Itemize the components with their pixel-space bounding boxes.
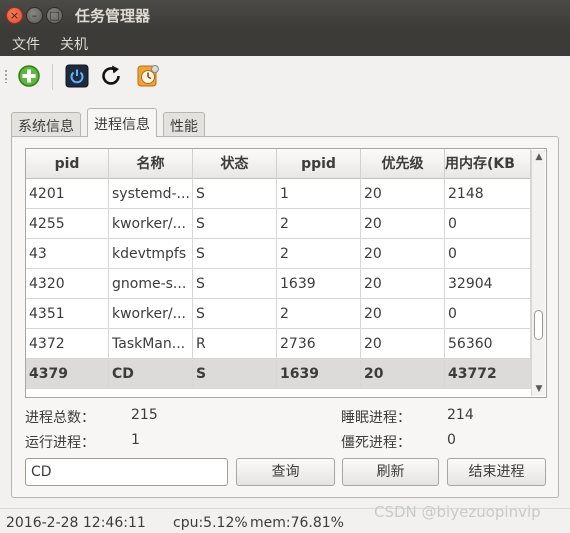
minimize-button[interactable]: – bbox=[26, 7, 43, 24]
scroll-thumb[interactable] bbox=[534, 310, 543, 340]
cell-memory: 2148 bbox=[445, 179, 531, 209]
menu-bar: 文件 关机 bbox=[0, 30, 570, 56]
refresh-icon[interactable] bbox=[98, 63, 124, 89]
toolbar-grip[interactable] bbox=[4, 69, 8, 83]
column-header-ppid[interactable]: ppid bbox=[277, 149, 361, 179]
maximize-button[interactable]: □ bbox=[46, 7, 63, 24]
toolbar-separator bbox=[52, 64, 53, 90]
cell-name: TaskMan... bbox=[109, 329, 193, 359]
column-header-state[interactable]: 状态 bbox=[193, 149, 277, 179]
menu-shutdown[interactable]: 关机 bbox=[60, 34, 88, 54]
status-cpu: cpu:5.12% bbox=[173, 515, 248, 531]
cell-state: R bbox=[193, 329, 277, 359]
menu-file[interactable]: 文件 bbox=[12, 34, 40, 54]
cell-priority: 20 bbox=[361, 329, 445, 359]
cell-name: kdevtmpfs bbox=[109, 239, 193, 269]
cell-name: gnome-s... bbox=[109, 269, 193, 299]
running-processes-value: 1 bbox=[131, 432, 140, 448]
cell-priority: 20 bbox=[361, 209, 445, 239]
add-process-icon[interactable] bbox=[16, 63, 42, 89]
cell-pid: 4201 bbox=[26, 179, 109, 209]
cell-priority: 20 bbox=[361, 269, 445, 299]
refresh-button[interactable]: 刷新 bbox=[342, 458, 439, 486]
table-row[interactable]: 4351 kworker/... S 2 20 0 bbox=[26, 299, 531, 329]
title-bar: × – □ 任务管理器 bbox=[0, 0, 570, 30]
table-row[interactable]: 4320 gnome-s... S 1639 20 32904 bbox=[26, 269, 531, 299]
column-header-priority[interactable]: 优先级 bbox=[361, 149, 445, 179]
clock-icon[interactable] bbox=[135, 63, 161, 89]
status-mem: mem:76.81% bbox=[250, 515, 344, 531]
running-processes-label: 运行进程： bbox=[25, 435, 95, 451]
cell-memory: 56360 bbox=[445, 329, 531, 359]
cell-pid: 4379 bbox=[26, 359, 109, 389]
cell-ppid: 1639 bbox=[277, 359, 361, 389]
column-header-name[interactable]: 名称 bbox=[109, 149, 193, 179]
power-icon[interactable] bbox=[64, 63, 90, 89]
table-scrollbar[interactable]: ▲ ▼ bbox=[531, 150, 545, 396]
cell-name: kworker/... bbox=[109, 299, 193, 329]
table-row[interactable]: 4379 CD S 1639 20 43772 bbox=[26, 359, 531, 389]
cell-pid: 4351 bbox=[26, 299, 109, 329]
cell-pid: 4372 bbox=[26, 329, 109, 359]
window-title: 任务管理器 bbox=[75, 7, 151, 25]
cell-name: CD bbox=[109, 359, 193, 389]
cell-priority: 20 bbox=[361, 239, 445, 269]
total-processes-label: 进程总数： bbox=[25, 410, 95, 426]
cell-pid: 4255 bbox=[26, 209, 109, 239]
close-button[interactable]: × bbox=[6, 7, 23, 24]
cell-name: systemd-... bbox=[109, 179, 193, 209]
table-row[interactable]: 4255 kworker/... S 2 20 0 bbox=[26, 209, 531, 239]
cell-ppid: 1 bbox=[277, 179, 361, 209]
zombie-processes-label: 僵死进程： bbox=[341, 435, 411, 451]
cell-state: S bbox=[193, 299, 277, 329]
status-datetime: 2016-2-28 12:46:11 bbox=[6, 515, 146, 531]
tab-performance[interactable]: 性能 bbox=[163, 112, 205, 136]
search-input[interactable] bbox=[25, 458, 228, 486]
toolbar bbox=[0, 56, 570, 96]
cell-priority: 20 bbox=[361, 299, 445, 329]
cell-name: kworker/... bbox=[109, 209, 193, 239]
cell-memory: 0 bbox=[445, 239, 531, 269]
tab-process-info[interactable]: 进程信息 bbox=[87, 108, 157, 137]
table-row[interactable]: 43 kdevtmpfs S 2 20 0 bbox=[26, 239, 531, 269]
cell-pid: 43 bbox=[26, 239, 109, 269]
cell-memory: 0 bbox=[445, 209, 531, 239]
cell-state: S bbox=[193, 209, 277, 239]
cell-ppid: 1639 bbox=[277, 269, 361, 299]
cell-state: S bbox=[193, 269, 277, 299]
kill-process-button[interactable]: 结束进程 bbox=[447, 458, 546, 486]
cell-priority: 20 bbox=[361, 179, 445, 209]
column-header-memory[interactable]: 占用内存(KB bbox=[445, 149, 531, 179]
query-button[interactable]: 查询 bbox=[236, 458, 335, 486]
cell-ppid: 2736 bbox=[277, 329, 361, 359]
column-header-pid[interactable]: pid bbox=[26, 149, 109, 179]
cell-pid: 4320 bbox=[26, 269, 109, 299]
table-header: pid 名称 状态 ppid 优先级 占用内存(KB bbox=[26, 149, 531, 179]
sleeping-processes-label: 睡眠进程： bbox=[341, 410, 411, 426]
cell-state: S bbox=[193, 359, 277, 389]
tab-system-info[interactable]: 系统信息 bbox=[11, 112, 81, 136]
sleeping-processes-value: 214 bbox=[447, 407, 474, 423]
total-processes-value: 215 bbox=[131, 407, 158, 423]
scroll-up-arrow-icon[interactable]: ▲ bbox=[534, 152, 544, 162]
cell-state: S bbox=[193, 239, 277, 269]
cell-memory: 0 bbox=[445, 299, 531, 329]
scroll-down-arrow-icon[interactable]: ▼ bbox=[534, 384, 544, 394]
cell-priority: 20 bbox=[361, 359, 445, 389]
process-table: pid 名称 状态 ppid 优先级 占用内存(KB 4201systemd-.… bbox=[25, 148, 547, 398]
cell-ppid: 2 bbox=[277, 239, 361, 269]
cell-state: S bbox=[193, 179, 277, 209]
table-row[interactable]: 4201 systemd-... S 1 20 2148 bbox=[26, 179, 531, 209]
cell-ppid: 2 bbox=[277, 299, 361, 329]
cell-ppid: 2 bbox=[277, 209, 361, 239]
zombie-processes-value: 0 bbox=[447, 432, 456, 448]
cell-memory: 32904 bbox=[445, 269, 531, 299]
cell-memory: 43772 bbox=[445, 359, 531, 389]
table-row[interactable]: 4372 TaskMan... R 2736 20 56360 bbox=[26, 329, 531, 359]
watermark: CSDN @biyezuopinvip bbox=[374, 503, 541, 521]
